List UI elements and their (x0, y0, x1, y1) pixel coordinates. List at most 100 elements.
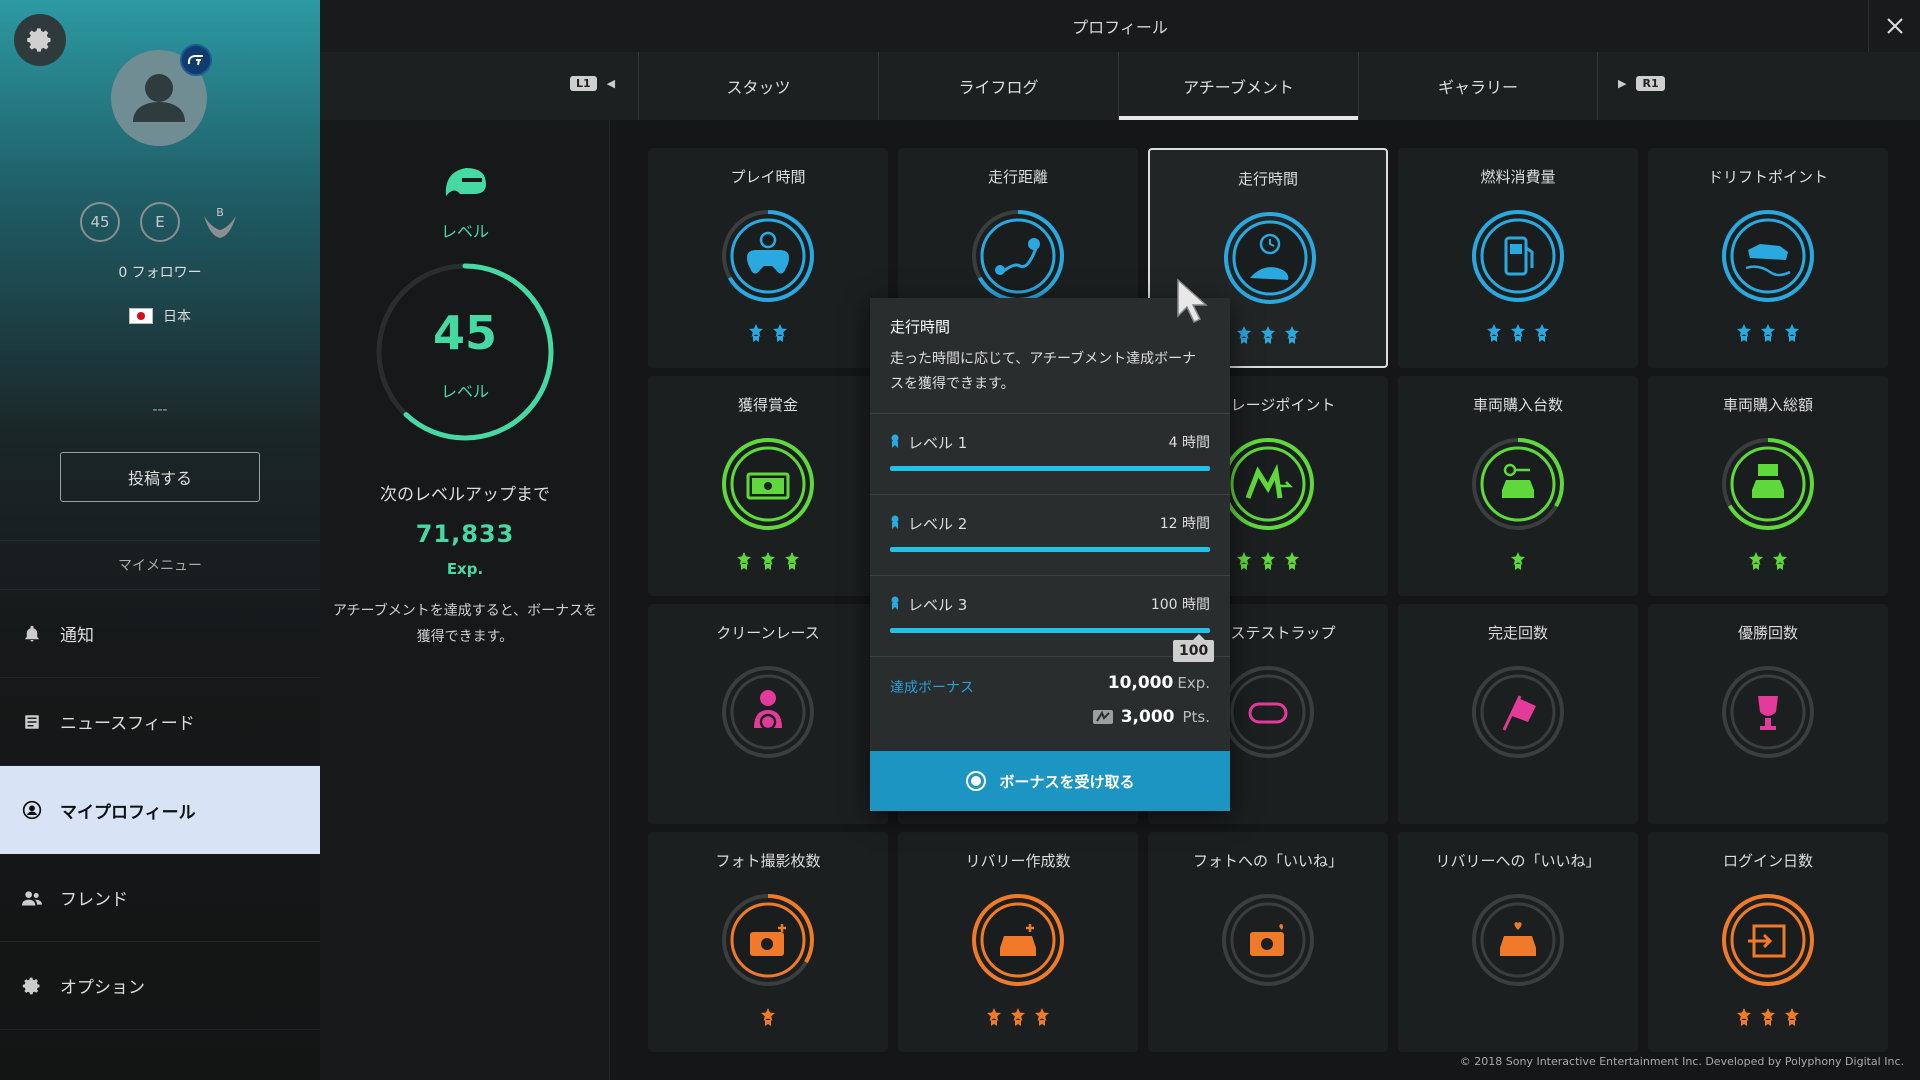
ribbon-star-icon (1511, 324, 1525, 342)
achievement-card[interactable]: 燃料消費量 (1398, 148, 1638, 368)
ribbon-star-icon (773, 324, 787, 342)
ribbon-star-icon (749, 324, 763, 342)
sidebar-item-label: フレンド (60, 890, 128, 910)
circle-button-icon (966, 771, 987, 791)
achievement-stars (1648, 324, 1888, 342)
login-icon (1722, 894, 1814, 986)
ribbon-star-icon (1761, 1008, 1775, 1026)
copyright: © 2018 Sony Interactive Entertainment In… (1459, 1055, 1904, 1068)
achievement-title: 車両購入総額 (1722, 396, 1813, 414)
achievement-card[interactable]: ログイン日数 (1648, 832, 1888, 1052)
tab-lifelog[interactable]: ライフログ (878, 52, 1118, 120)
camera-heart-icon (1222, 894, 1314, 986)
tooltip-level-row: レベル 1 4 時間 (870, 413, 1230, 494)
sidebar-item-options[interactable]: オプション (0, 942, 320, 1030)
tooltip-bonus: 達成ボーナス 10,000 Exp. 3,000 Pts. (870, 656, 1230, 751)
level-progress-bar (890, 466, 1210, 471)
level-progress-fill (890, 547, 1210, 552)
wing-icon: B (204, 206, 236, 238)
achievement-title: フォトへの「いいね」 (1192, 852, 1343, 870)
ribbon-icon (890, 434, 900, 452)
level-row-value: 4 時間 (1168, 435, 1210, 451)
friends-icon (22, 888, 42, 908)
achievement-title: 走行距離 (987, 168, 1048, 186)
sidebar-item-friends[interactable]: フレンド (0, 854, 320, 942)
achievement-card[interactable]: リバリーへの「いいね」 (1398, 832, 1638, 1052)
close-button[interactable] (1868, 0, 1920, 52)
profile-icon (22, 800, 42, 820)
achievement-card[interactable]: 完走回数 (1398, 604, 1638, 824)
japan-flag-icon (129, 308, 153, 324)
mileage-icon (1222, 438, 1314, 530)
profile-bio: --- (152, 402, 168, 418)
achievement-card[interactable]: プレイ時間 (648, 148, 888, 368)
post-button[interactable]: 投稿する (60, 452, 260, 502)
camera-icon (722, 894, 814, 986)
left-arrow-icon: ◀ (606, 77, 616, 90)
next-level-exp: 71,833 (415, 520, 515, 548)
ribbon-star-icon (761, 552, 775, 570)
country-name: 日本 (163, 309, 191, 325)
sidebar-item-label: マイプロフィール (60, 802, 196, 823)
checkered-flag-icon (1472, 666, 1564, 758)
achievement-card[interactable]: ドリフトポイント (1648, 148, 1888, 368)
bonus-exp-unit: Exp. (1177, 674, 1210, 692)
level-badge: 45 (80, 202, 120, 242)
achievement-title: 完走回数 (1487, 624, 1548, 642)
tab-achievements[interactable]: アチーブメント (1118, 52, 1358, 120)
level-row-label: レベル 3 (908, 596, 968, 614)
achievement-card[interactable]: フォト撮影枚数 (648, 832, 888, 1052)
ribbon-star-icon (1511, 552, 1525, 570)
ribbon-star-icon (1285, 552, 1299, 570)
ribbon-star-icon (1011, 1008, 1025, 1026)
car-heart-icon (1472, 894, 1564, 986)
claim-bonus-button[interactable]: ボーナスを受け取る (870, 751, 1230, 811)
tab-gallery[interactable]: ギャラリー (1358, 52, 1598, 120)
sidebar-item-label: オプション (60, 978, 145, 998)
achievement-card[interactable]: 優勝回数 (1648, 604, 1888, 824)
next-level-exp-unit: Exp. (446, 560, 484, 578)
car-key-icon (1472, 438, 1564, 530)
achievement-title: 燃料消費量 (1480, 168, 1556, 186)
gear-icon (22, 976, 42, 996)
sidebar-item-my-profile[interactable]: マイプロフィール (0, 766, 320, 854)
next-tab-button[interactable]: ▶ R1 (1618, 76, 1665, 91)
ribbon-star-icon (1487, 324, 1501, 342)
ribbon-star-icon (1285, 326, 1299, 344)
gamepad-icon (722, 210, 814, 302)
level-description: アチーブメントを達成すると、ボーナスを獲得できます。 (332, 603, 598, 645)
achievement-title: 優勝回数 (1737, 624, 1798, 642)
achievement-card[interactable]: 獲得賞金 (648, 376, 888, 596)
ribbon-star-icon (1237, 552, 1251, 570)
level-panel: レベル 45 レベル 次のレベルアップまで 71,833 Exp. アチーブメン… (320, 120, 610, 1080)
title-bar: プロフィール (320, 0, 1920, 52)
close-icon (1886, 18, 1903, 34)
followers-count[interactable]: 0 フォロワー (0, 262, 320, 282)
achievement-card[interactable]: 車両購入台数 (1398, 376, 1638, 596)
tab-stats[interactable]: スタッツ (638, 52, 878, 120)
achievement-card[interactable]: 車両購入総額 (1648, 376, 1888, 596)
claim-bonus-label: ボーナスを受け取る (999, 772, 1135, 791)
helmet-icon (445, 168, 486, 196)
sidebar-item-newsfeed[interactable]: ニュースフィード (0, 678, 320, 766)
ribbon-star-icon (1035, 1008, 1049, 1026)
lap-icon (1222, 666, 1314, 758)
achievement-card[interactable]: リバリー作成数 (898, 832, 1138, 1052)
tooltip-level-row: レベル 2 12 時間 (870, 494, 1230, 575)
bonus-points-value: 3,000 (1120, 707, 1175, 727)
achievement-title: ログイン日数 (1722, 852, 1813, 870)
prev-tab-button[interactable]: L1 ◀ (570, 76, 615, 91)
achievement-title: 走行時間 (1237, 170, 1298, 188)
level-row-label: レベル 1 (908, 434, 968, 452)
sidebar-item-notifications[interactable]: 通知 (0, 590, 320, 678)
svg-text:B: B (216, 206, 224, 219)
tooltip-description: 走った時間に応じて、アチーブメント達成ボーナスを獲得できます。 (890, 351, 1197, 392)
settings-button[interactable] (14, 14, 66, 66)
tooltip-title: 走行時間 (890, 318, 951, 336)
fuel-icon (1472, 210, 1564, 302)
achievement-card[interactable]: クリーンレース (648, 604, 888, 824)
achievement-card[interactable]: フォトへの「いいね」 (1148, 832, 1388, 1052)
my-menu-title: マイメニュー (0, 540, 320, 590)
next-level-label: 次のレベルアップまで (380, 485, 550, 505)
money-icon (722, 438, 814, 530)
